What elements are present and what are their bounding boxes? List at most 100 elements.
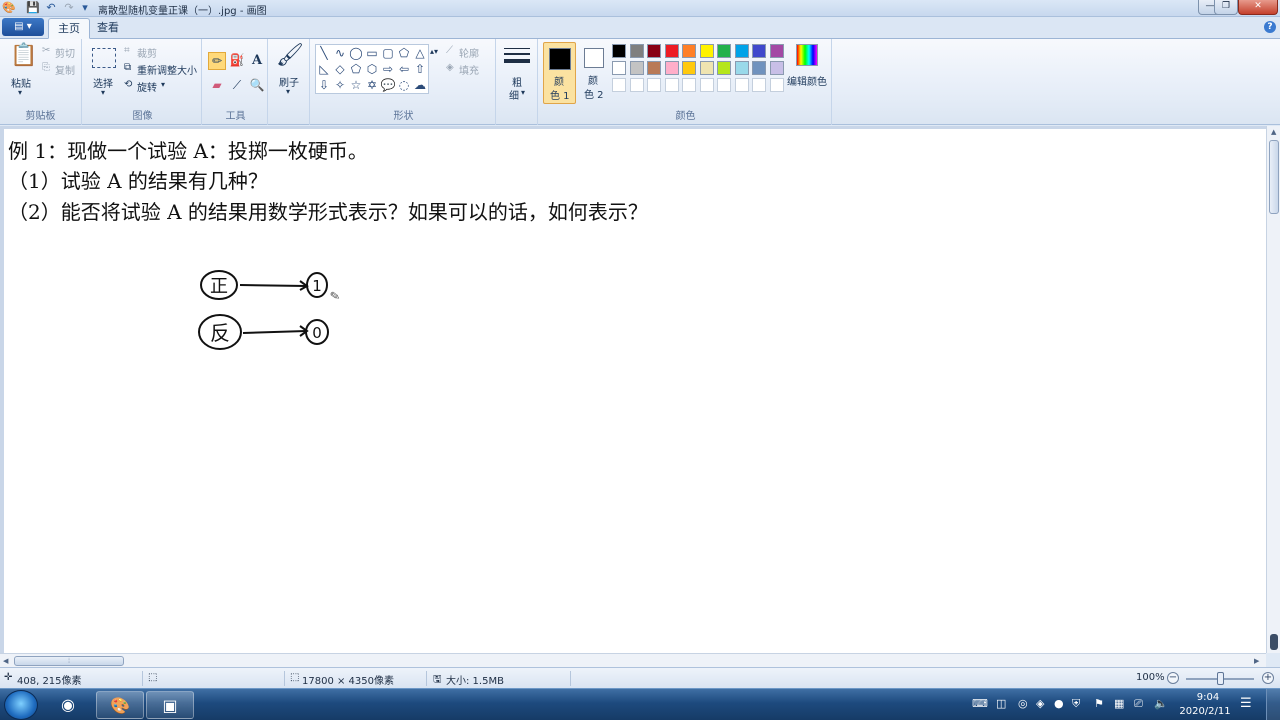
- color-picker-icon[interactable]: ⟋: [228, 77, 246, 95]
- copy-button[interactable]: 复制: [55, 62, 75, 77]
- paint-app-icon[interactable]: 🎨: [2, 1, 16, 15]
- scroll-right-icon[interactable]: ▶: [1254, 657, 1259, 665]
- tray-shield-icon[interactable]: ⛨: [1072, 697, 1080, 711]
- size-dropdown-icon[interactable]: ▾: [521, 88, 525, 97]
- color2-button[interactable]: 颜 色 2: [578, 42, 611, 104]
- custom-color-slot[interactable]: [647, 78, 661, 92]
- rotate-dropdown-icon[interactable]: ▾: [161, 80, 165, 89]
- palette-swatch[interactable]: [769, 44, 784, 58]
- shapes-gallery[interactable]: ╲ ∿ ◯ ▭ ▢ ⬠ △ ◺ ◇ ⬠ ⬡ ⇨ ⇦ ⇧ ⇩ ✧ ☆ ✡ 💬 ◌ ☁: [315, 44, 429, 94]
- resize-button[interactable]: 重新调整大小: [137, 62, 197, 77]
- zoom-out-button[interactable]: −: [1167, 672, 1179, 684]
- custom-color-slot[interactable]: [682, 78, 696, 92]
- select-icon[interactable]: [92, 48, 116, 68]
- crop-icon[interactable]: ⌗: [124, 45, 130, 56]
- show-desktop-button[interactable]: [1266, 689, 1280, 720]
- paint-menu-button[interactable]: ▤ ▾: [2, 18, 44, 36]
- custom-color-slot[interactable]: [699, 78, 714, 92]
- palette-swatch[interactable]: [682, 61, 696, 75]
- custom-color-slot[interactable]: [769, 78, 784, 92]
- tray-flag-icon[interactable]: ⚑: [1094, 697, 1104, 710]
- palette-swatch[interactable]: [752, 44, 766, 58]
- tab-home[interactable]: 主页: [48, 18, 90, 39]
- edit-colors-icon[interactable]: [796, 44, 818, 66]
- zoom-slider-thumb[interactable]: [1217, 672, 1224, 685]
- palette-swatch[interactable]: [664, 44, 679, 58]
- custom-color-slot[interactable]: [752, 78, 766, 92]
- vertical-scrollbar[interactable]: ▲: [1266, 126, 1280, 653]
- undo-icon[interactable]: ↶: [44, 1, 58, 15]
- brush-icon[interactable]: 🖌: [276, 45, 304, 71]
- eraser-icon[interactable]: ▰: [208, 77, 226, 95]
- crop-button[interactable]: 裁剪: [137, 45, 157, 60]
- scroll-left-icon[interactable]: ◀: [3, 657, 8, 665]
- select-dropdown-icon[interactable]: ▾: [101, 88, 105, 97]
- palette-swatch[interactable]: [699, 61, 714, 75]
- clock-time[interactable]: 9:04: [1188, 692, 1228, 703]
- save-icon[interactable]: 💾: [26, 1, 40, 15]
- cut-button[interactable]: 剪切: [55, 45, 75, 60]
- fill-button[interactable]: 填充: [459, 62, 479, 77]
- custom-color-slot[interactable]: [629, 78, 644, 92]
- palette-swatch[interactable]: [717, 44, 731, 58]
- resize-icon[interactable]: ⧉: [124, 62, 131, 73]
- custom-color-slot[interactable]: [664, 78, 679, 92]
- outline-icon[interactable]: ⟋: [446, 45, 453, 56]
- close-button[interactable]: ✕: [1238, 0, 1278, 15]
- clock-date[interactable]: 2020/2/11: [1175, 706, 1235, 717]
- restore-button[interactable]: ❐: [1214, 0, 1238, 15]
- network-icon[interactable]: ⎚: [1134, 697, 1143, 711]
- custom-color-slot[interactable]: [612, 78, 626, 92]
- start-button[interactable]: [4, 690, 38, 720]
- palette-swatch[interactable]: [682, 44, 696, 58]
- palette-swatch[interactable]: [734, 61, 749, 75]
- palette-swatch[interactable]: [629, 44, 644, 58]
- redo-icon[interactable]: ↷: [62, 1, 76, 15]
- copy-icon[interactable]: ⎘: [42, 62, 50, 73]
- tray-app-icon[interactable]: ◫: [996, 697, 1006, 710]
- drawing-canvas[interactable]: 例 1：现做一个试验 A：投掷一枚硬币。 （1）试验 A 的结果有几种？ （2）…: [4, 129, 1266, 653]
- rotate-button[interactable]: 旋转: [137, 79, 157, 94]
- tray-green-app-icon[interactable]: ●: [1054, 697, 1064, 710]
- tray-network-app-icon[interactable]: ◈: [1036, 697, 1044, 710]
- edit-colors-button[interactable]: 编辑颜色: [787, 73, 827, 88]
- palette-swatch[interactable]: [612, 44, 626, 58]
- magnifier-icon[interactable]: 🔍: [248, 77, 266, 95]
- action-center-icon[interactable]: ☰: [1240, 696, 1252, 711]
- volume-icon[interactable]: 🔈: [1154, 697, 1168, 710]
- taskbar-browser-icon[interactable]: ◉: [44, 691, 92, 719]
- line-size-icon[interactable]: [504, 46, 530, 68]
- taskbar-app-icon[interactable]: ▣: [146, 691, 194, 719]
- color1-button[interactable]: 颜 色 1: [543, 42, 576, 104]
- vertical-scroll-thumb[interactable]: [1269, 140, 1279, 214]
- taskbar-paint-icon[interactable]: 🎨: [96, 691, 144, 719]
- size-label-thin[interactable]: 细: [509, 87, 519, 102]
- vertical-scroll-end-thumb[interactable]: [1270, 634, 1278, 650]
- text-tool-icon[interactable]: A: [248, 52, 266, 70]
- palette-swatch[interactable]: [647, 44, 661, 58]
- tab-view[interactable]: 查看: [88, 18, 128, 39]
- paste-dropdown-icon[interactable]: ▾: [18, 88, 22, 97]
- palette-swatch[interactable]: [699, 44, 714, 58]
- quick-access-dropdown-icon[interactable]: ▾: [78, 1, 92, 15]
- tray-app-icon[interactable]: ▦: [1114, 697, 1124, 710]
- palette-swatch[interactable]: [664, 61, 679, 75]
- custom-color-slot[interactable]: [734, 78, 749, 92]
- palette-swatch[interactable]: [717, 61, 731, 75]
- rotate-icon[interactable]: ⟲: [124, 79, 132, 90]
- fill-icon[interactable]: ◈: [446, 62, 454, 73]
- fill-bucket-icon[interactable]: ⛽: [228, 52, 246, 70]
- brushes-dropdown-icon[interactable]: ▾: [286, 87, 290, 96]
- outline-button[interactable]: 轮廓: [459, 45, 479, 60]
- palette-swatch[interactable]: [612, 61, 626, 75]
- tray-app-icon[interactable]: ◎: [1018, 697, 1028, 710]
- pencil-tool-icon[interactable]: ✏: [208, 52, 226, 70]
- scroll-up-icon[interactable]: ▲: [1271, 128, 1276, 136]
- shapes-scroll-icon[interactable]: ▴▾: [430, 47, 438, 56]
- zoom-in-button[interactable]: +: [1262, 672, 1274, 684]
- cut-icon[interactable]: ✂: [42, 45, 50, 56]
- palette-swatch[interactable]: [769, 61, 784, 75]
- custom-color-slot[interactable]: [717, 78, 731, 92]
- horizontal-scroll-thumb[interactable]: ⦙: [14, 656, 124, 666]
- help-icon[interactable]: ?: [1264, 21, 1276, 33]
